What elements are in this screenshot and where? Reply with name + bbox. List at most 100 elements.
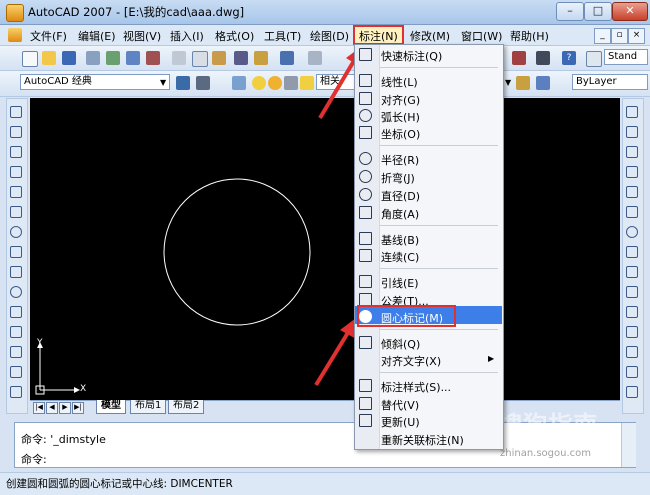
dim-menu-item[interactable]: 对齐(G) [354,90,502,108]
layer-on-icon[interactable] [252,76,266,90]
cut-icon[interactable] [172,51,186,65]
dim-menu-item[interactable]: 折弯(J) [354,168,502,186]
layer-lock-icon[interactable] [284,76,298,90]
point-icon[interactable] [10,366,22,378]
dim-menu-item[interactable]: 坐标(O) [354,124,502,142]
polygon-icon[interactable] [10,166,22,178]
dim-menu-item[interactable]: 快速标注(Q) [354,46,502,64]
autocad-app-icon[interactable] [6,4,24,22]
move-icon[interactable] [626,206,638,218]
dim-menu-item[interactable]: 线性(L) [354,72,502,90]
layer-freeze-icon[interactable] [268,76,282,90]
menu-view[interactable]: 视图(V) [123,28,161,44]
tab-layout1[interactable]: 布局1 [130,400,167,414]
circle-icon[interactable] [10,226,22,238]
tab-first-button[interactable]: |◀ [33,402,45,414]
menu-tools[interactable]: 工具(T) [264,28,301,44]
construction-line-icon[interactable] [10,126,22,138]
mirror-icon[interactable] [626,146,638,158]
dim-menu-item[interactable]: 基线(B) [354,230,502,248]
new-file-icon[interactable] [22,51,38,67]
dim-menu-item[interactable]: 重新关联标注(N) [354,430,502,448]
close-button[interactable]: ✕ [612,2,648,21]
workspace-dropdown-arrow[interactable]: ▼ [160,78,166,87]
customize-icon[interactable] [196,76,210,90]
help-icon[interactable]: ? [562,51,576,65]
minimize-button[interactable]: – [556,2,584,21]
document-icon[interactable] [8,28,22,42]
doc-close-button[interactable]: × [628,28,645,44]
dim-menu-item[interactable]: 标注样式(S)... [354,377,502,395]
tab-last-button[interactable]: ▶| [72,402,84,414]
tab-model[interactable]: 模型 [96,400,126,414]
dim-menu-item[interactable]: 角度(A) [354,204,502,222]
erase-icon[interactable] [626,106,638,118]
layer-previous-icon[interactable] [516,76,530,90]
menu-file[interactable]: 文件(F) [30,28,67,44]
menu-help[interactable]: 帮助(H) [510,28,549,44]
tab-prev-button[interactable]: ◀ [46,402,58,414]
block-editor-icon[interactable] [254,51,268,65]
plot-preview-icon[interactable] [106,51,120,65]
menu-insert[interactable]: 插入(I) [170,28,204,44]
undo-icon[interactable] [280,51,294,65]
workspace-settings-icon[interactable] [176,76,190,90]
dim-menu-item[interactable]: 引线(E) [354,273,502,291]
menu-edit[interactable]: 编辑(E) [78,28,116,44]
dim-menu-item[interactable]: 半径(R) [354,150,502,168]
copy-object-icon[interactable] [626,126,638,138]
command-prompt[interactable]: 命令: [21,451,47,467]
rotate-icon[interactable] [626,226,638,238]
doc-restore-button[interactable]: ▫ [611,28,628,44]
markup-icon[interactable] [512,51,526,65]
dim-menu-item[interactable]: 更新(U) [354,412,502,430]
array-icon[interactable] [626,186,638,198]
tab-layout2[interactable]: 布局2 [168,400,205,414]
stretch-icon[interactable] [626,266,638,278]
chamfer-icon[interactable] [626,366,638,378]
paste-icon[interactable] [212,51,226,65]
insert-block-icon[interactable] [10,326,22,338]
calculator-icon[interactable] [536,51,550,65]
extend-icon[interactable] [626,306,638,318]
3d-dwf-icon[interactable] [146,51,160,65]
dim-menu-item[interactable]: 替代(V) [354,395,502,413]
dim-menu-item[interactable]: 连续(C) [354,247,502,265]
match-properties-icon[interactable] [234,51,248,65]
menu-format[interactable]: 格式(O) [215,28,254,44]
open-file-icon[interactable] [42,51,56,65]
save-icon[interactable] [62,51,76,65]
break-icon[interactable] [626,326,638,338]
spline-icon[interactable] [10,266,22,278]
command-scrollbar[interactable] [621,423,636,467]
arc-icon[interactable] [10,206,22,218]
dim-menu-item[interactable]: 倾斜(Q) [354,334,502,352]
hatch-icon[interactable] [10,386,22,398]
doc-minimize-button[interactable]: _ [594,28,611,44]
make-block-icon[interactable] [10,346,22,358]
color-select[interactable]: ByLayer [572,74,648,90]
text-style-select[interactable]: Stand [604,49,648,65]
copy-icon[interactable] [192,51,208,67]
layer-dropdown-arrow[interactable]: ▼ [505,78,511,87]
make-current-icon[interactable] [536,76,550,90]
workspace-select[interactable]: AutoCAD 经典 [20,74,170,90]
menu-modify[interactable]: 修改(M) [410,28,450,44]
ellipse-arc-icon[interactable] [10,306,22,318]
fillet-icon[interactable] [626,386,638,398]
drawn-circle[interactable] [163,178,311,326]
ellipse-icon[interactable] [10,286,22,298]
trim-icon[interactable] [626,286,638,298]
revision-cloud-icon[interactable] [10,246,22,258]
publish-icon[interactable] [126,51,140,65]
scale-icon[interactable] [626,246,638,258]
layer-manager-icon[interactable] [232,76,246,90]
tab-next-button[interactable]: ▶ [59,402,71,414]
dim-menu-item[interactable]: 对齐文字(X) ▶ [354,351,502,369]
offset-icon[interactable] [626,166,638,178]
join-icon[interactable] [626,346,638,358]
menu-window[interactable]: 窗口(W) [461,28,502,44]
rectangle-icon[interactable] [10,186,22,198]
print-icon[interactable] [86,51,100,65]
polyline-icon[interactable] [10,146,22,158]
